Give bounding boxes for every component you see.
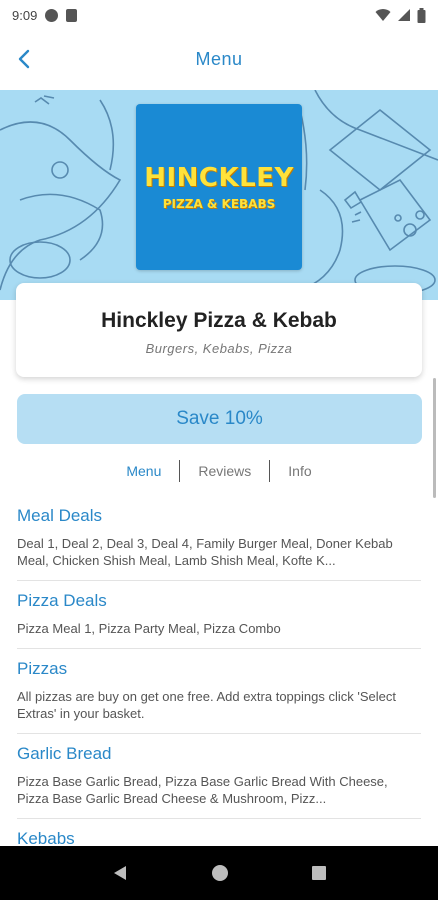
discount-offer-label: Save 10% (176, 408, 263, 429)
discount-offer-banner[interactable]: Save 10% (17, 394, 422, 444)
sim-card-icon (66, 8, 78, 22)
battery-icon (417, 7, 426, 23)
wifi-icon (375, 9, 391, 21)
section-tabs: Menu Reviews Info (0, 458, 438, 484)
category-description: Pizza Base Garlic Bread, Pizza Base Garl… (17, 774, 388, 806)
app-bar: Menu (0, 30, 438, 88)
menu-category-meal-deals[interactable]: Meal Deals Deal 1, Deal 2, Deal 3, Deal … (17, 496, 421, 581)
restaurant-cuisine: Burgers, Kebabs, Pizza (145, 341, 293, 356)
scrollbar[interactable] (433, 378, 436, 498)
category-description: Pizza Meal 1, Pizza Party Meal, Pizza Co… (17, 621, 281, 636)
status-time: 9:09 (12, 7, 38, 23)
restaurant-info-card: Hinckley Pizza & Kebab Burgers, Kebabs, … (16, 283, 422, 377)
back-triangle-icon[interactable] (111, 864, 129, 882)
recents-square-icon[interactable] (311, 865, 327, 881)
restaurant-logo: HINCKLEY PIZZA & KEBABS (136, 104, 302, 270)
menu-category-pizza-deals[interactable]: Pizza Deals Pizza Meal 1, Pizza Party Me… (17, 581, 421, 649)
back-button[interactable] (10, 44, 38, 74)
category-description: All pizzas are buy on get one free. Add … (17, 689, 396, 721)
category-title: Garlic Bread (17, 744, 112, 763)
tab-menu[interactable]: Menu (108, 463, 179, 479)
menu-category-list: Meal Deals Deal 1, Deal 2, Deal 3, Deal … (17, 496, 421, 869)
category-title: Meal Deals (17, 506, 103, 525)
notification-icon (45, 8, 59, 22)
logo-title: HINCKLEY (144, 163, 294, 193)
logo-subtitle: PIZZA & KEBABS (162, 197, 276, 211)
home-circle-icon[interactable] (211, 864, 229, 882)
tab-info[interactable]: Info (270, 463, 329, 479)
category-title: Pizzas (17, 659, 68, 678)
restaurant-name: Hinckley Pizza & Kebab (101, 309, 337, 332)
signal-icon (398, 9, 410, 21)
menu-category-garlic-bread[interactable]: Garlic Bread Pizza Base Garlic Bread, Pi… (17, 734, 421, 819)
tab-reviews[interactable]: Reviews (180, 463, 269, 479)
menu-category-pizzas[interactable]: Pizzas All pizzas are buy on get one fre… (17, 649, 421, 734)
status-bar: 9:09 (0, 0, 438, 30)
category-description: Deal 1, Deal 2, Deal 3, Deal 4, Family B… (17, 536, 393, 568)
chevron-left-icon (18, 49, 30, 69)
page-title: Menu (195, 48, 243, 69)
system-navigation-bar (0, 846, 438, 900)
category-title: Pizza Deals (17, 591, 107, 610)
restaurant-banner: HINCKLEY PIZZA & KEBABS (0, 90, 438, 300)
